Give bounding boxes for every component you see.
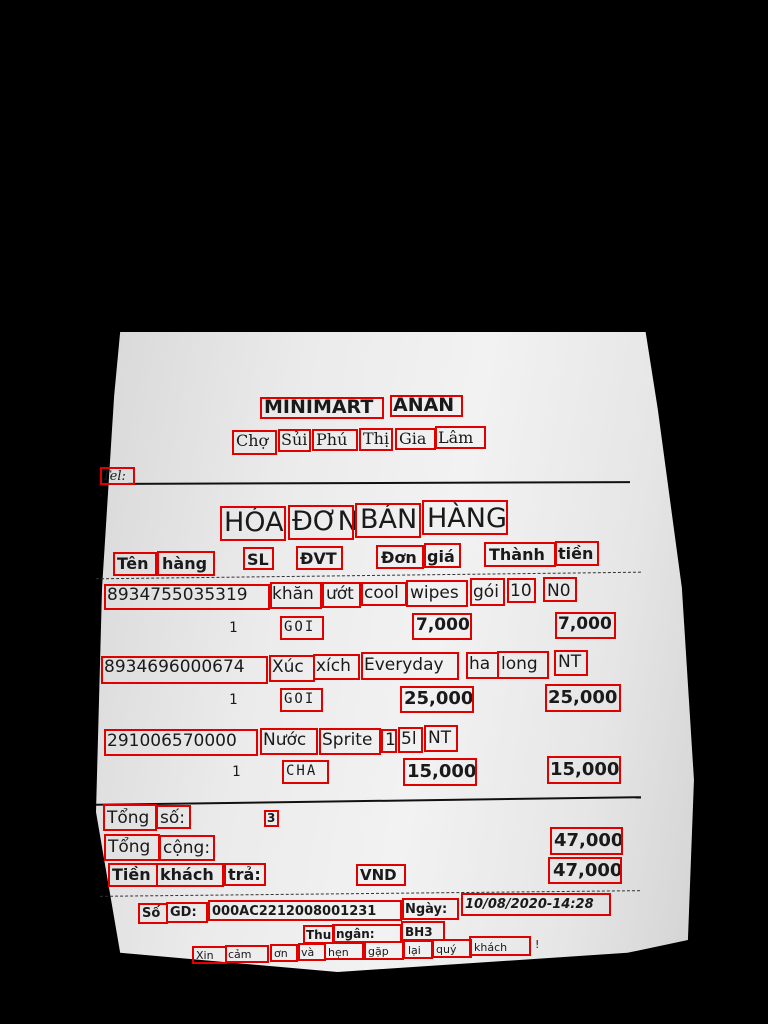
- item-desc-word: gói: [473, 582, 499, 602]
- item-barcode: 291006570000: [107, 731, 237, 751]
- thanks-word: lại: [408, 944, 421, 957]
- item-desc-word: khăn: [272, 584, 314, 604]
- address-word: Phú: [316, 430, 348, 449]
- customer-paid-label-word: khách: [160, 865, 214, 884]
- item-price: 15,000: [407, 761, 477, 782]
- item-desc-word: 1: [385, 730, 396, 750]
- item-unit: GOI: [284, 619, 316, 635]
- item-price: 25,000: [404, 688, 474, 709]
- item-desc-word: xích: [316, 656, 351, 676]
- column-header-qty: SL: [247, 550, 269, 569]
- invoice-title-word: HÀNG: [427, 503, 507, 534]
- store-name-word: MINIMART: [264, 396, 374, 418]
- transaction-label-word: GD:: [170, 905, 197, 920]
- grand-total-label-word: Tổng: [108, 837, 151, 857]
- thanks-word: ơn: [274, 947, 288, 960]
- item-desc-word: 10: [510, 581, 532, 601]
- transaction-label-word: Số: [142, 906, 161, 921]
- thanks-word: quý: [436, 943, 457, 956]
- thanks-word: cảm: [228, 948, 252, 961]
- date-value: 10/08/2020-14:28: [465, 897, 594, 912]
- thanks-word: khách: [474, 941, 508, 954]
- column-header-price-word: Đơn: [381, 548, 417, 567]
- cashier-value: BH3: [405, 925, 433, 939]
- item-desc-word: Sprite: [322, 730, 373, 750]
- item-barcode: 8934755035319: [107, 585, 248, 605]
- item-qty: 1: [232, 764, 241, 780]
- customer-paid-label-word: trả:: [228, 865, 261, 884]
- total-count-label-word: số:: [160, 808, 185, 828]
- total-count-value: 3: [267, 811, 276, 825]
- transaction-id: 000AC2212008001231: [212, 904, 377, 919]
- item-desc-word: Xúc: [272, 657, 304, 677]
- column-header-name-word: hàng: [162, 554, 208, 573]
- item-desc-word: Nước: [263, 730, 307, 750]
- grand-total-label-word: cộng:: [163, 838, 211, 858]
- address-word: Chợ: [236, 431, 269, 450]
- tel-label: Tel:: [102, 469, 126, 484]
- item-desc-word: NT: [428, 728, 452, 748]
- item-price: 7,000: [416, 615, 470, 635]
- address-word: Sủi: [281, 430, 308, 449]
- item-barcode: 8934696000674: [104, 657, 245, 677]
- invoice-title-word: BÁN: [360, 504, 418, 535]
- item-desc-word: long: [501, 654, 538, 674]
- item-unit: GOI: [284, 691, 316, 707]
- column-header-amount-word: Thành: [489, 545, 545, 564]
- item-desc-word: ha: [469, 654, 491, 674]
- column-header-name-word: Tên: [117, 554, 149, 573]
- thanks-word: và: [301, 946, 315, 959]
- address-word: Lâm: [438, 428, 474, 447]
- invoice-title-word: ĐƠN: [292, 506, 358, 537]
- total-count-label-word: Tổng: [107, 808, 150, 828]
- item-desc-word: ướt: [326, 584, 354, 604]
- item-desc-word: 5l: [401, 729, 417, 749]
- item-desc-word: wipes: [410, 583, 459, 603]
- column-header-unit: ĐVT: [300, 549, 337, 568]
- item-qty: 1: [229, 692, 238, 708]
- item-amount: 15,000: [550, 759, 620, 780]
- thanks-word: Xin: [196, 949, 214, 962]
- item-desc-word: N0: [547, 581, 571, 601]
- date-label: Ngày:: [405, 902, 448, 917]
- thanks-word: gặp: [368, 945, 389, 958]
- item-amount: 7,000: [558, 614, 612, 634]
- customer-paid-label-word: Tiền: [112, 865, 151, 884]
- customer-paid-value: 47,000: [553, 860, 623, 881]
- item-qty: 1: [229, 620, 238, 636]
- column-header-price-word: giá: [427, 547, 455, 566]
- item-unit: CHA: [286, 763, 318, 779]
- item-desc-word: cool: [364, 583, 399, 603]
- cashier-label-word: ngân:: [336, 927, 375, 941]
- item-amount: 25,000: [548, 687, 618, 708]
- address-word: Gia: [399, 429, 427, 448]
- column-header-amount-word: tiền: [558, 544, 594, 563]
- thanks-word: hẹn: [328, 946, 349, 959]
- customer-paid-currency: VND: [360, 866, 397, 884]
- item-desc-word: NT: [558, 652, 582, 672]
- cashier-label-word: Thu: [306, 928, 332, 942]
- item-desc-word: Everyday: [364, 655, 444, 675]
- grand-total-value: 47,000: [554, 830, 624, 851]
- store-name-word: ANAN: [393, 394, 455, 416]
- thanks-end: !: [535, 938, 540, 951]
- address-word: Thị: [363, 429, 390, 448]
- invoice-title-word: HÓA: [224, 507, 284, 538]
